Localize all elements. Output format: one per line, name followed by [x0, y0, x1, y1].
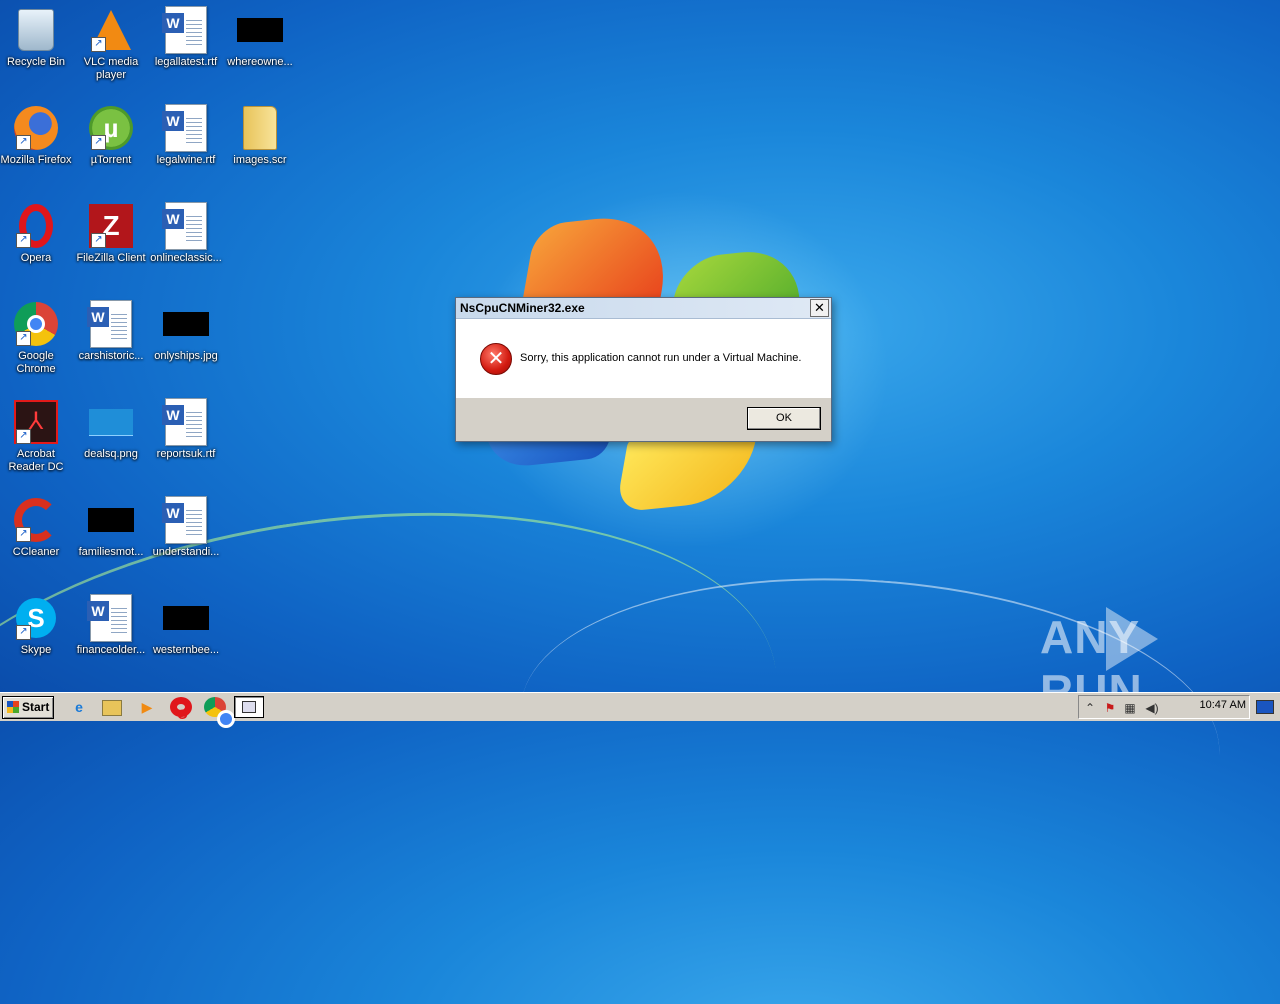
word-document-icon	[162, 398, 207, 446]
active-window-icon	[242, 701, 256, 713]
shortcut-arrow-icon: ↗	[16, 233, 31, 248]
shortcut-arrow-icon: ↗	[16, 135, 31, 150]
desktop-icon-carshistoric[interactable]: carshistoric...	[73, 300, 149, 363]
desktop-icon-skype[interactable]: S ↗ Skype	[0, 594, 74, 657]
redacted-thumbnail-icon	[163, 606, 209, 630]
opera-icon[interactable]: O	[170, 697, 192, 722]
desktop-icon-label: µTorrent	[90, 154, 132, 166]
security-alert-icon[interactable]: ⚑	[1103, 701, 1117, 715]
redacted-thumbnail-icon	[88, 508, 134, 532]
desktop-icon-label: onlineclassic...	[150, 252, 222, 264]
desktop-icon-understandi[interactable]: understandi...	[148, 496, 224, 559]
redacted-thumbnail-icon	[237, 18, 283, 42]
dialog-message: Sorry, this application cannot run under…	[520, 352, 802, 364]
desktop-icon-label: FileZilla Client	[76, 252, 146, 264]
desktop-icon-label: Opera	[20, 252, 52, 264]
error-dialog: NsCpuCNMiner32.exe ✕ ✕ Sorry, this appli…	[455, 297, 832, 442]
shortcut-arrow-icon: ↗	[16, 527, 31, 542]
word-document-icon	[162, 202, 207, 250]
windows-logo-icon	[7, 701, 19, 713]
internet-explorer-icon[interactable]: e	[68, 697, 90, 717]
desktop-icon-label: Google Chrome	[16, 350, 56, 375]
volume-icon[interactable]: ◀)	[1145, 701, 1159, 715]
desktop-icon-utorrent[interactable]: µ ↗ µTorrent	[73, 104, 149, 167]
desktop-icon-label: legallatest.rtf	[154, 56, 218, 68]
shortcut-arrow-icon: ↗	[16, 429, 31, 444]
taskbar: Start e ▶ O ⌃ ⚑ ▦ ◀) 10:47 AM	[0, 692, 1280, 728]
word-document-icon	[162, 104, 207, 152]
media-player-icon[interactable]: ▶	[136, 697, 158, 717]
desktop-icon-whereowne[interactable]: whereowne...	[222, 6, 298, 69]
desktop-icon-familiesmot[interactable]: familiesmot...	[73, 496, 149, 559]
desktop-icon-legallatest[interactable]: legallatest.rtf	[148, 6, 224, 69]
shortcut-arrow-icon: ↗	[16, 625, 31, 640]
ok-button[interactable]: OK	[747, 407, 821, 430]
dialog-title: NsCpuCNMiner32.exe	[460, 301, 585, 315]
desktop-icon-filezilla[interactable]: Z ↗ FileZilla Client	[73, 202, 149, 265]
desktop-icon-label: Recycle Bin	[6, 56, 66, 68]
dialog-titlebar[interactable]: NsCpuCNMiner32.exe ✕	[456, 298, 831, 319]
taskbar-clock[interactable]: 10:47 AM	[1200, 699, 1246, 711]
desktop-icon-opera[interactable]: ↗ Opera	[0, 202, 74, 265]
desktop-icon-label: VLC media player	[83, 56, 139, 81]
desktop-icon-label: Mozilla Firefox	[0, 154, 72, 166]
desktop-icon-label: dealsq.png	[84, 448, 138, 460]
active-window-button[interactable]	[234, 696, 264, 718]
desktop-icon-ccleaner[interactable]: ↗ CCleaner	[0, 496, 74, 559]
close-icon: ✕	[814, 300, 825, 315]
shortcut-arrow-icon: ↗	[16, 331, 31, 346]
desktop-icon-label: financeolder...	[76, 644, 146, 656]
desktop-icon-onlyships[interactable]: onlyships.jpg	[148, 300, 224, 363]
dialog-footer: OK	[456, 398, 831, 441]
word-document-icon	[87, 594, 132, 642]
desktop-icon-label: carshistoric...	[78, 350, 144, 362]
show-hidden-icons-icon[interactable]: ⌃	[1083, 701, 1097, 715]
desktop-icon-legalwine[interactable]: legalwine.rtf	[148, 104, 224, 167]
folder-icon	[243, 106, 277, 150]
file-explorer-icon[interactable]	[102, 700, 122, 716]
word-document-icon	[162, 6, 207, 54]
desktop-icon-label: onlyships.jpg	[154, 350, 218, 362]
desktop-icon-label: Skype	[20, 644, 52, 656]
dialog-body: ✕ Sorry, this application cannot run und…	[456, 319, 831, 397]
desktop-icon-label: reportsuk.rtf	[156, 448, 216, 460]
desktop-icon-recycle-bin[interactable]: Recycle Bin	[0, 6, 74, 69]
desktop-icon-label: westernbee...	[152, 644, 220, 656]
desktop-icon-label: familiesmot...	[78, 546, 144, 558]
dialog-close-button[interactable]: ✕	[810, 299, 829, 317]
desktop-icon-firefox[interactable]: ↗ Mozilla Firefox	[0, 104, 74, 167]
word-document-icon	[87, 300, 132, 348]
desktop-icon-acrobat[interactable]: ⅄ ↗ Acrobat Reader DC	[0, 398, 74, 474]
start-label: Start	[22, 700, 50, 714]
desktop-icon-financeolder[interactable]: financeolder...	[73, 594, 149, 657]
start-button[interactable]: Start	[2, 696, 54, 719]
desktop-icon-reportsuk[interactable]: reportsuk.rtf	[148, 398, 224, 461]
chrome-icon[interactable]	[204, 697, 235, 728]
error-icon: ✕	[480, 343, 512, 375]
desktop-icon-vlc[interactable]: ↗ VLC media player	[73, 6, 149, 82]
desktop-icon-onlineclassic[interactable]: onlineclassic...	[148, 202, 224, 265]
desktop-icon-dealsq[interactable]: dealsq.png	[73, 398, 149, 461]
desktop-icon-label: whereowne...	[227, 56, 293, 68]
desktop-icon-label: legalwine.rtf	[156, 154, 216, 166]
watermark-play-icon	[1106, 607, 1158, 671]
desktop-icon-label: CCleaner	[12, 546, 60, 558]
show-desktop-icon[interactable]	[1256, 700, 1274, 714]
desktop-icon-westernbee[interactable]: westernbee...	[148, 594, 224, 657]
image-thumbnail-icon	[89, 408, 133, 436]
desktop-icon-label: Acrobat Reader DC	[8, 448, 64, 473]
redacted-thumbnail-icon	[163, 312, 209, 336]
desktop-icon-chrome[interactable]: ↗ Google Chrome	[0, 300, 74, 376]
word-document-icon	[162, 496, 207, 544]
desktop-icon-images-scr[interactable]: images.scr	[222, 104, 298, 167]
network-icon[interactable]: ▦	[1123, 701, 1137, 715]
recycle-bin-icon	[18, 9, 54, 51]
shortcut-arrow-icon: ↗	[91, 233, 106, 248]
desktop-icon-label: understandi...	[152, 546, 220, 558]
shortcut-arrow-icon: ↗	[91, 135, 106, 150]
desktop-icon-label: images.scr	[233, 154, 287, 166]
shortcut-arrow-icon: ↗	[91, 37, 106, 52]
